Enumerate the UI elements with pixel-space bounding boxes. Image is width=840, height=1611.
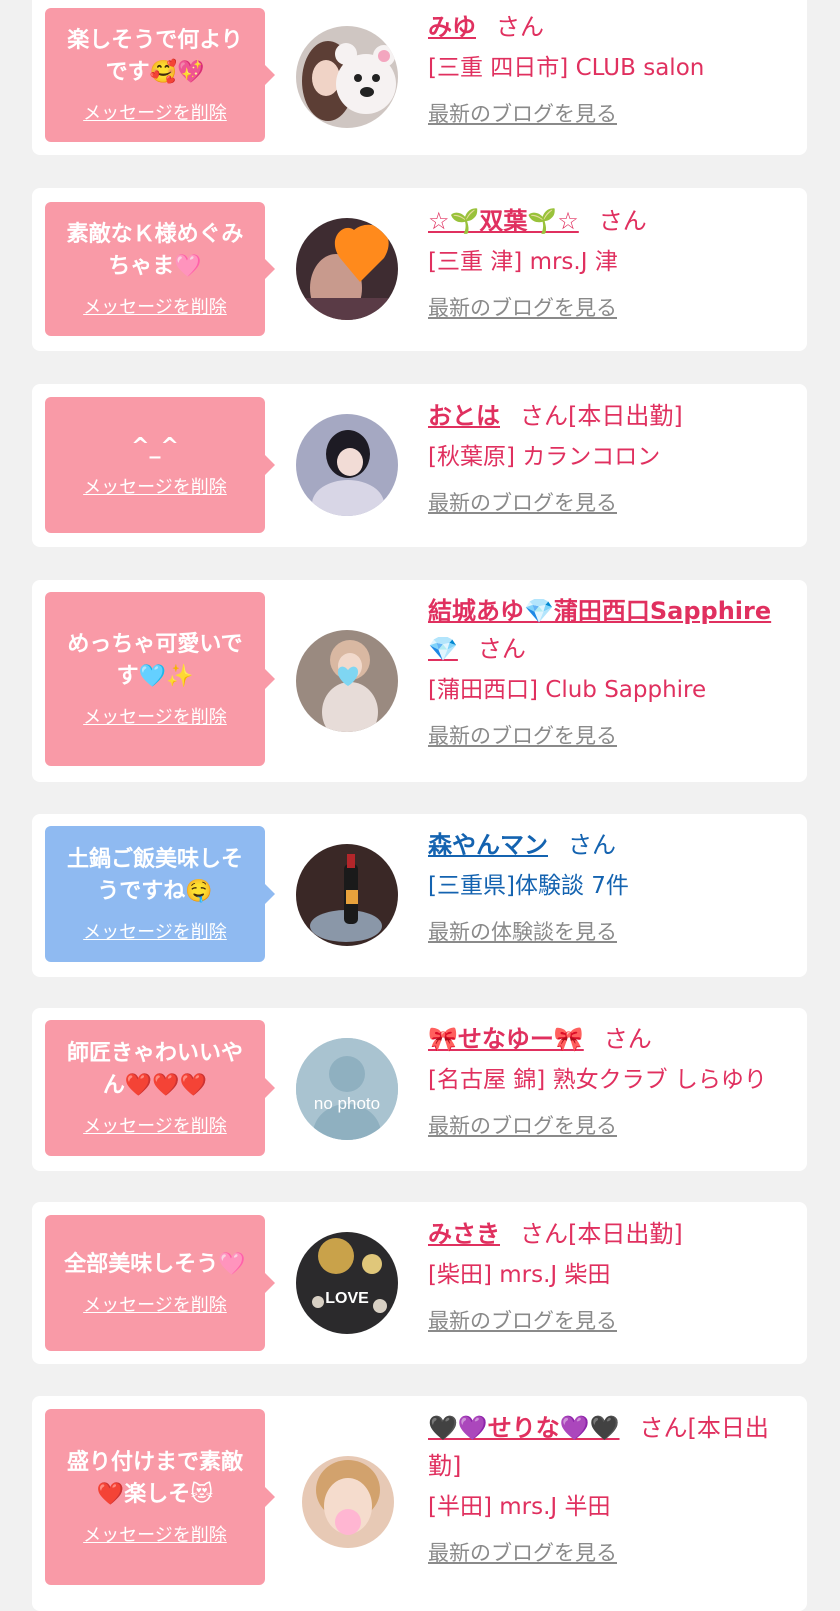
message-bubble: 盛り付けまで素敵 ❤️楽しそ😻 メッセージを削除 — [45, 1409, 275, 1585]
avatar[interactable] — [296, 26, 398, 128]
message-text: 楽しそうで何より です🥰💖 — [67, 28, 243, 85]
avatar[interactable] — [296, 414, 398, 516]
card-info: 結城あゆ💎蒲田西口Sapphire💎 さん [蒲田西口] Club Sapphir… — [428, 592, 798, 750]
avatar-photo — [302, 1456, 394, 1548]
avatar[interactable] — [302, 1456, 394, 1548]
list-item: 楽しそうで何より です🥰💖 メッセージを削除 みゆ さん [三重 四日市] CLU — [32, 0, 807, 155]
name-line: 🖤💜せりな💜🖤 さん[本日出勤] — [428, 1409, 798, 1485]
delete-message-link[interactable]: メッセージを削除 — [83, 918, 227, 944]
cast-name-link[interactable]: みさき — [428, 1220, 500, 1248]
message-text: 素敵なＫ様めぐみ ちゃま🩷 — [66, 222, 244, 279]
delete-message-link[interactable]: メッセージを削除 — [83, 473, 227, 499]
name-line: 結城あゆ💎蒲田西口Sapphire💎 さん — [428, 592, 798, 668]
cast-name-link[interactable]: おとは — [428, 402, 500, 430]
name-line: 🎀せなゆー🎀 さん — [428, 1020, 798, 1058]
avatar-photo — [296, 218, 398, 320]
latest-blog-link[interactable]: 最新のブログを見る — [428, 720, 617, 750]
no-photo-label: no photo — [313, 1094, 381, 1113]
message-text: めっちゃ可愛いで す🩵✨ — [67, 632, 243, 689]
shop-label: [三重 津] mrs.J 津 — [428, 249, 618, 275]
cast-name-link[interactable]: ☆🌱双葉🌱☆ — [428, 207, 579, 235]
honorific: さん — [603, 1025, 652, 1053]
avatar[interactable]: no photo — [296, 1038, 398, 1140]
delete-message-link[interactable]: メッセージを削除 — [83, 1521, 227, 1547]
name-line: みさき さん[本日出勤] — [428, 1215, 798, 1253]
list-item: 全部美味しそう🩷 メッセージを削除 LOVE みさき さん[本日出勤] [柴田] … — [32, 1202, 807, 1364]
card-info: おとは さん[本日出勤] [秋葉原] カランコロン 最新のブログを見る — [428, 397, 798, 517]
message-bubble: 土鍋ご飯美味しそ うですね🤤 メッセージを削除 — [45, 826, 275, 962]
card-info: 🎀せなゆー🎀 さん [名古屋 錦] 熟女クラブ しらゆり 最新のブログを見る — [428, 1020, 798, 1140]
shop-label: [半田] mrs.J 半田 — [428, 1494, 611, 1520]
name-line: おとは さん[本日出勤] — [428, 397, 798, 435]
delete-message-link[interactable]: メッセージを削除 — [83, 1291, 227, 1317]
message-bubble: 全部美味しそう🩷 メッセージを削除 — [45, 1215, 275, 1351]
cast-name-link[interactable]: 🎀せなゆー🎀 — [428, 1025, 584, 1053]
shop-label: [名古屋 錦] 熟女クラブ しらゆり — [428, 1067, 767, 1093]
honorific: さん — [496, 13, 544, 41]
name-line: みゆ さん — [428, 8, 798, 46]
card-info: みゆ さん [三重 四日市] CLUB salon 最新のブログを見る — [428, 8, 798, 128]
avatar[interactable] — [296, 218, 398, 320]
message-list: 楽しそうで何より です🥰💖 メッセージを削除 みゆ さん [三重 四日市] CLU — [0, 0, 840, 1611]
delete-message-link[interactable]: メッセージを削除 — [83, 99, 227, 125]
card-info: 森やんマン さん [三重県]体験談 7件 最新の体験談を見る — [428, 826, 798, 946]
name-line: 森やんマン さん — [428, 826, 798, 864]
delete-message-link[interactable]: メッセージを削除 — [83, 1112, 227, 1138]
cast-name-link[interactable]: みゆ — [428, 13, 476, 41]
card-info: みさき さん[本日出勤] [柴田] mrs.J 柴田 最新のブログを見る — [428, 1215, 798, 1335]
latest-blog-link[interactable]: 最新のブログを見る — [428, 292, 617, 322]
avatar-placeholder-icon — [296, 1038, 398, 1140]
avatar-photo — [296, 1232, 398, 1334]
avatar-overlay-text: LOVE — [325, 1290, 369, 1307]
message-bubble: 楽しそうで何より です🥰💖 メッセージを削除 — [45, 8, 275, 142]
honorific: さん — [598, 207, 647, 235]
message-bubble: 素敵なＫ様めぐみ ちゃま🩷 メッセージを削除 — [45, 202, 275, 336]
message-text: ^_^ — [131, 434, 179, 459]
avatar-photo — [296, 844, 398, 946]
message-text: 師匠きゃわいいや ん❤️❤️❤️ — [66, 1041, 243, 1098]
latest-review-link[interactable]: 最新の体験談を見る — [428, 916, 617, 946]
name-line: ☆🌱双葉🌱☆ さん — [428, 202, 798, 240]
message-bubble: ^_^ メッセージを削除 — [45, 397, 275, 533]
cast-name-link[interactable]: 🖤💜せりな💜🖤 — [428, 1414, 620, 1442]
review-count-label: [三重県]体験談 7件 — [428, 873, 629, 899]
card-info: 🖤💜せりな💜🖤 さん[本日出勤] [半田] mrs.J 半田 最新のブログを見る — [428, 1409, 798, 1567]
delete-message-link[interactable]: メッセージを削除 — [83, 293, 227, 319]
honorific: さん[本日出勤] — [520, 402, 683, 430]
avatar-photo — [296, 414, 398, 516]
avatar[interactable] — [296, 630, 398, 732]
card-info: ☆🌱双葉🌱☆ さん [三重 津] mrs.J 津 最新のブログを見る — [428, 202, 798, 322]
avatar[interactable]: LOVE — [296, 1232, 398, 1334]
list-item: 土鍋ご飯美味しそ うですね🤤 メッセージを削除 森やんマン さん [三重県]体験談… — [32, 814, 807, 977]
message-text: 全部美味しそう🩷 — [64, 1252, 246, 1277]
latest-blog-link[interactable]: 最新のブログを見る — [428, 1305, 617, 1335]
honorific: さん — [477, 635, 526, 663]
list-item: 師匠きゃわいいや ん❤️❤️❤️ メッセージを削除 no photo 🎀せなゆー… — [32, 1008, 807, 1171]
avatar-photo — [296, 26, 398, 128]
message-bubble: 師匠きゃわいいや ん❤️❤️❤️ メッセージを削除 — [45, 1020, 275, 1156]
list-item: 素敵なＫ様めぐみ ちゃま🩷 メッセージを削除 ☆🌱双葉🌱☆ さん [三重 津] m… — [32, 188, 807, 351]
avatar[interactable] — [296, 844, 398, 946]
shop-label: [蒲田西口] Club Sapphire — [428, 677, 707, 703]
delete-message-link[interactable]: メッセージを削除 — [83, 703, 227, 729]
latest-blog-link[interactable]: 最新のブログを見る — [428, 1537, 617, 1567]
latest-blog-link[interactable]: 最新のブログを見る — [428, 98, 617, 128]
shop-label: [秋葉原] カランコロン — [428, 444, 661, 470]
shop-label: [柴田] mrs.J 柴田 — [428, 1262, 611, 1288]
latest-blog-link[interactable]: 最新のブログを見る — [428, 1110, 617, 1140]
message-bubble: めっちゃ可愛いで す🩵✨ メッセージを削除 — [45, 592, 275, 766]
shop-label: [三重 四日市] CLUB salon — [428, 55, 705, 81]
user-name-link[interactable]: 森やんマン — [428, 831, 548, 859]
list-item: 盛り付けまで素敵 ❤️楽しそ😻 メッセージを削除 🖤💜せりな💜🖤 さん[本日出勤]… — [32, 1396, 807, 1611]
latest-blog-link[interactable]: 最新のブログを見る — [428, 487, 617, 517]
honorific: さん[本日出勤] — [520, 1220, 683, 1248]
message-text: 土鍋ご飯美味しそ うですね🤤 — [66, 847, 243, 904]
message-text: 盛り付けまで素敵 ❤️楽しそ😻 — [66, 1450, 243, 1507]
honorific: さん — [568, 831, 616, 859]
avatar-photo — [296, 630, 398, 732]
list-item: めっちゃ可愛いで す🩵✨ メッセージを削除 結城あゆ💎蒲田西口Sapphire💎… — [32, 580, 807, 782]
list-item: ^_^ メッセージを削除 おとは さん[本日出勤] [秋葉原] カランコロン 最新… — [32, 384, 807, 547]
